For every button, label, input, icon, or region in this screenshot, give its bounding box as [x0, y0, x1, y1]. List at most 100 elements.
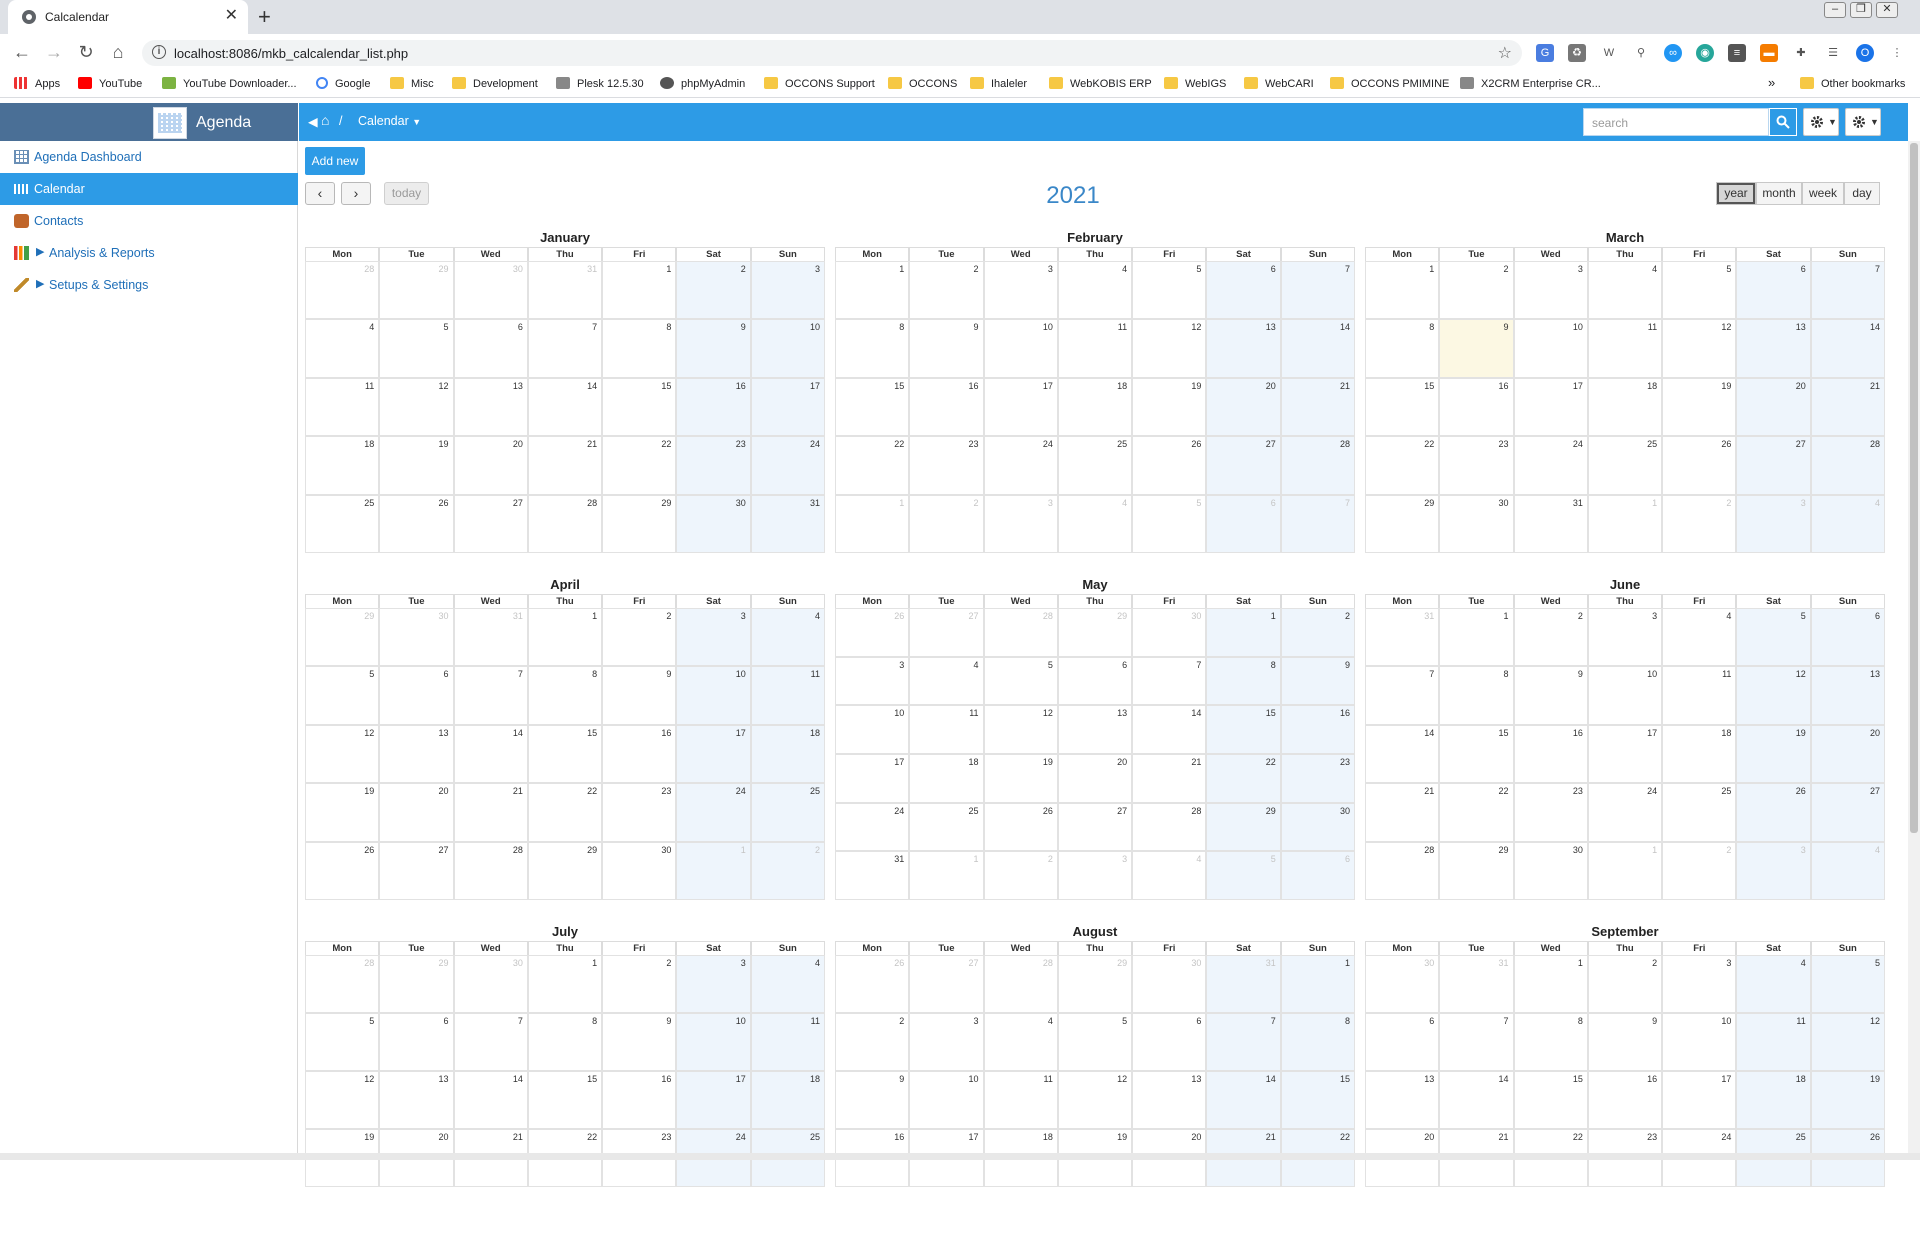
- day-cell[interactable]: 28: [1132, 802, 1207, 852]
- day-cell[interactable]: 10: [1587, 666, 1663, 725]
- day-cell[interactable]: 12: [305, 1071, 380, 1129]
- day-cell[interactable]: 3: [1662, 955, 1737, 1013]
- day-cell[interactable]: 6: [1206, 494, 1281, 553]
- loop-extension-icon[interactable]: ∞: [1664, 44, 1682, 62]
- day-cell[interactable]: 8: [602, 319, 677, 378]
- day-cell[interactable]: 31: [835, 851, 910, 900]
- day-cell[interactable]: 18: [909, 754, 984, 803]
- day-cell[interactable]: 24: [1513, 436, 1588, 495]
- day-cell[interactable]: 10: [676, 666, 751, 725]
- day-cell[interactable]: 16: [676, 377, 751, 437]
- reading-list-icon[interactable]: ☰: [1824, 44, 1842, 62]
- day-cell[interactable]: 4: [1736, 955, 1811, 1013]
- day-cell[interactable]: 18: [1662, 724, 1737, 784]
- view-year-button[interactable]: year: [1716, 182, 1756, 205]
- day-cell[interactable]: 9: [1439, 319, 1514, 378]
- day-cell[interactable]: 8: [1206, 656, 1281, 706]
- bookmark-star-icon[interactable]: ☆: [1498, 43, 1512, 63]
- day-cell[interactable]: 11: [750, 666, 825, 725]
- day-cell[interactable]: 18: [305, 436, 380, 495]
- day-cell[interactable]: 30: [1280, 802, 1355, 852]
- day-cell[interactable]: 27: [453, 494, 528, 553]
- day-cell[interactable]: 14: [1810, 319, 1885, 378]
- day-cell[interactable]: 3: [676, 955, 751, 1013]
- day-cell[interactable]: 27: [1206, 436, 1281, 495]
- day-cell[interactable]: 31: [527, 261, 603, 320]
- sidebar-item-setups-settings[interactable]: ▶ Setups & Settings: [0, 269, 298, 301]
- day-cell[interactable]: 28: [453, 841, 528, 900]
- day-cell[interactable]: 8: [1439, 666, 1514, 725]
- translate-extension-icon[interactable]: G: [1536, 44, 1554, 62]
- day-cell[interactable]: 2: [1280, 608, 1355, 657]
- day-cell[interactable]: 3: [1736, 841, 1811, 900]
- day-cell[interactable]: 2: [1439, 261, 1514, 320]
- day-cell[interactable]: 27: [1810, 783, 1885, 842]
- day-cell[interactable]: 21: [1132, 754, 1207, 803]
- day-cell[interactable]: 2: [909, 494, 984, 553]
- day-cell[interactable]: 26: [983, 802, 1058, 852]
- day-cell[interactable]: 6: [1132, 1013, 1207, 1071]
- day-cell[interactable]: 4: [750, 955, 825, 1013]
- view-week-button[interactable]: week: [1802, 182, 1844, 205]
- bookmark-x2crm[interactable]: X2CRM Enterprise CR...: [1460, 77, 1601, 90]
- day-cell[interactable]: 12: [1736, 666, 1811, 725]
- day-cell[interactable]: 26: [1662, 436, 1737, 495]
- day-cell[interactable]: 8: [835, 319, 910, 378]
- sidebar-item-contacts[interactable]: Contacts: [0, 205, 298, 237]
- day-cell[interactable]: 13: [1132, 1071, 1207, 1129]
- day-cell[interactable]: 16: [1439, 377, 1514, 437]
- day-cell[interactable]: 26: [379, 494, 454, 553]
- day-cell[interactable]: 1: [676, 841, 751, 900]
- day-cell[interactable]: 5: [1132, 494, 1207, 553]
- day-cell[interactable]: 18: [1587, 377, 1663, 437]
- day-cell[interactable]: 4: [305, 319, 380, 378]
- day-cell[interactable]: 29: [527, 841, 603, 900]
- day-cell[interactable]: 17: [835, 754, 910, 803]
- day-cell[interactable]: 23: [676, 436, 751, 495]
- day-cell[interactable]: 11: [909, 705, 984, 754]
- day-cell[interactable]: 19: [983, 754, 1058, 803]
- day-cell[interactable]: 11: [1587, 319, 1663, 378]
- day-cell[interactable]: 22: [1365, 436, 1440, 495]
- day-cell[interactable]: 11: [1057, 319, 1133, 378]
- home-icon[interactable]: ⌂: [106, 40, 130, 64]
- day-cell[interactable]: 29: [602, 494, 677, 553]
- day-cell[interactable]: 5: [1057, 1013, 1133, 1071]
- day-cell[interactable]: 3: [983, 261, 1058, 320]
- day-cell[interactable]: 30: [1132, 608, 1207, 657]
- day-cell[interactable]: 4: [1810, 841, 1885, 900]
- day-cell[interactable]: 9: [602, 666, 677, 725]
- browser-menu-icon[interactable]: ⋮: [1888, 44, 1906, 62]
- profile-avatar[interactable]: O: [1856, 44, 1874, 62]
- bookmark-misc[interactable]: Misc: [390, 77, 434, 90]
- day-cell[interactable]: 2: [750, 841, 825, 900]
- day-cell[interactable]: 15: [1513, 1071, 1588, 1129]
- day-cell[interactable]: 5: [1736, 608, 1811, 667]
- day-cell[interactable]: 30: [1365, 955, 1440, 1013]
- day-cell[interactable]: 1: [1365, 261, 1440, 320]
- day-cell[interactable]: 26: [835, 608, 910, 657]
- day-cell[interactable]: 23: [1280, 754, 1355, 803]
- day-cell[interactable]: 4: [1057, 261, 1133, 320]
- day-cell[interactable]: 17: [676, 724, 751, 784]
- day-cell[interactable]: 25: [750, 783, 825, 842]
- day-cell[interactable]: 15: [1439, 724, 1514, 784]
- day-cell[interactable]: 29: [1057, 955, 1133, 1013]
- breadcrumb-current[interactable]: Calendar ▼: [358, 114, 421, 128]
- day-cell[interactable]: 10: [1662, 1013, 1737, 1071]
- day-cell[interactable]: 2: [1587, 955, 1663, 1013]
- day-cell[interactable]: 3: [750, 261, 825, 320]
- day-cell[interactable]: 6: [1810, 608, 1885, 667]
- day-cell[interactable]: 31: [1206, 955, 1281, 1013]
- day-cell[interactable]: 14: [1132, 705, 1207, 754]
- day-cell[interactable]: 7: [1280, 261, 1355, 320]
- day-cell[interactable]: 6: [1280, 851, 1355, 900]
- day-cell[interactable]: 13: [453, 377, 528, 437]
- day-cell[interactable]: 14: [1439, 1071, 1514, 1129]
- day-cell[interactable]: 15: [527, 724, 603, 784]
- day-cell[interactable]: 6: [453, 319, 528, 378]
- day-cell[interactable]: 28: [1280, 436, 1355, 495]
- day-cell[interactable]: 22: [1206, 754, 1281, 803]
- day-cell[interactable]: 3: [1736, 494, 1811, 553]
- day-cell[interactable]: 28: [305, 261, 380, 320]
